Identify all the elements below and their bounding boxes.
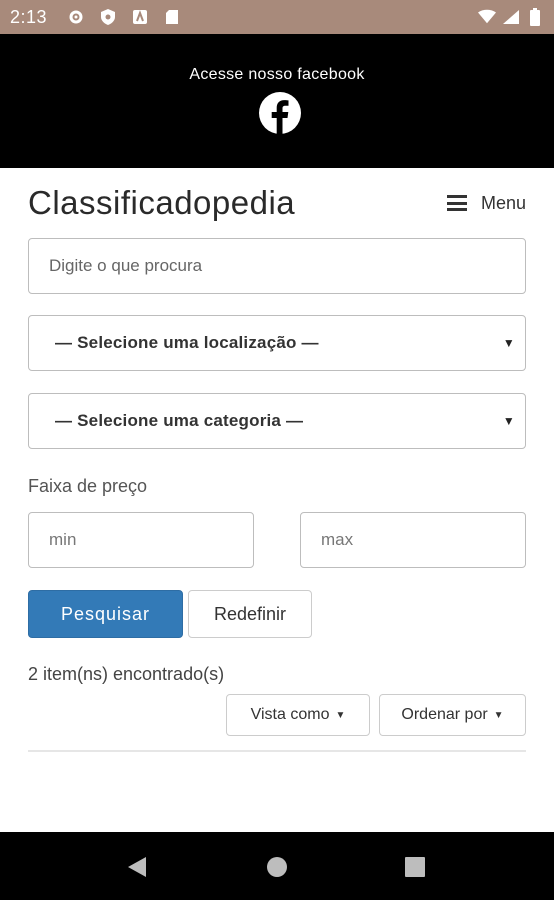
wifi-icon [478,8,496,26]
gear-icon [67,8,85,26]
a-icon [131,8,149,26]
search-input[interactable]: Digite o que procura [28,238,526,294]
facebook-icon[interactable] [259,92,301,134]
status-icons-left [67,8,181,26]
status-icons-right [478,8,544,26]
battery-icon [526,8,544,26]
home-icon[interactable] [266,856,288,883]
caret-down-icon: ▼ [502,414,515,428]
status-time: 2:13 [10,6,48,27]
shield-icon [99,8,117,26]
menu-button[interactable]: Menu [446,193,526,214]
price-min-input[interactable]: min [28,512,254,568]
app-header: Classificadopedia Menu [28,178,526,228]
price-max-input[interactable]: max [300,512,526,568]
divider [28,750,526,752]
caret-down-icon: ▼ [493,709,504,721]
category-select[interactable]: — Selecione uma categoria — ▼ [28,393,526,449]
status-bar: 2:13 [0,0,554,34]
location-select[interactable]: — Selecione uma localização — ▼ [28,315,526,371]
back-icon[interactable] [126,856,148,883]
recent-apps-icon[interactable] [404,856,426,883]
sd-card-icon [163,8,181,26]
navigation-bar [0,832,554,900]
view-as-label: Vista como [250,706,330,723]
hamburger-icon[interactable] [446,195,467,211]
site-title[interactable]: Classificadopedia [28,184,295,222]
order-by-button[interactable]: Ordenar por ▼ [379,694,526,736]
view-as-button[interactable]: Vista como ▼ [226,694,370,736]
facebook-banner-text[interactable]: Acesse nosso facebook [0,66,554,84]
facebook-banner[interactable]: Acesse nosso facebook [0,34,554,168]
reset-button[interactable]: Redefinir [188,590,312,638]
search-button[interactable]: Pesquisar [28,590,183,638]
order-by-label: Ordenar por [401,706,488,723]
caret-down-icon: ▼ [335,709,346,721]
caret-down-icon: ▼ [502,336,515,350]
category-select-value: — Selecione uma categoria — [55,411,304,430]
results-count: 2 item(ns) encontrado(s) [28,664,225,684]
price-range-label: Faixa de preço [28,476,148,496]
menu-label[interactable]: Menu [481,193,526,214]
signal-icon [502,8,520,26]
location-select-value: — Selecione uma localização — [55,333,319,352]
